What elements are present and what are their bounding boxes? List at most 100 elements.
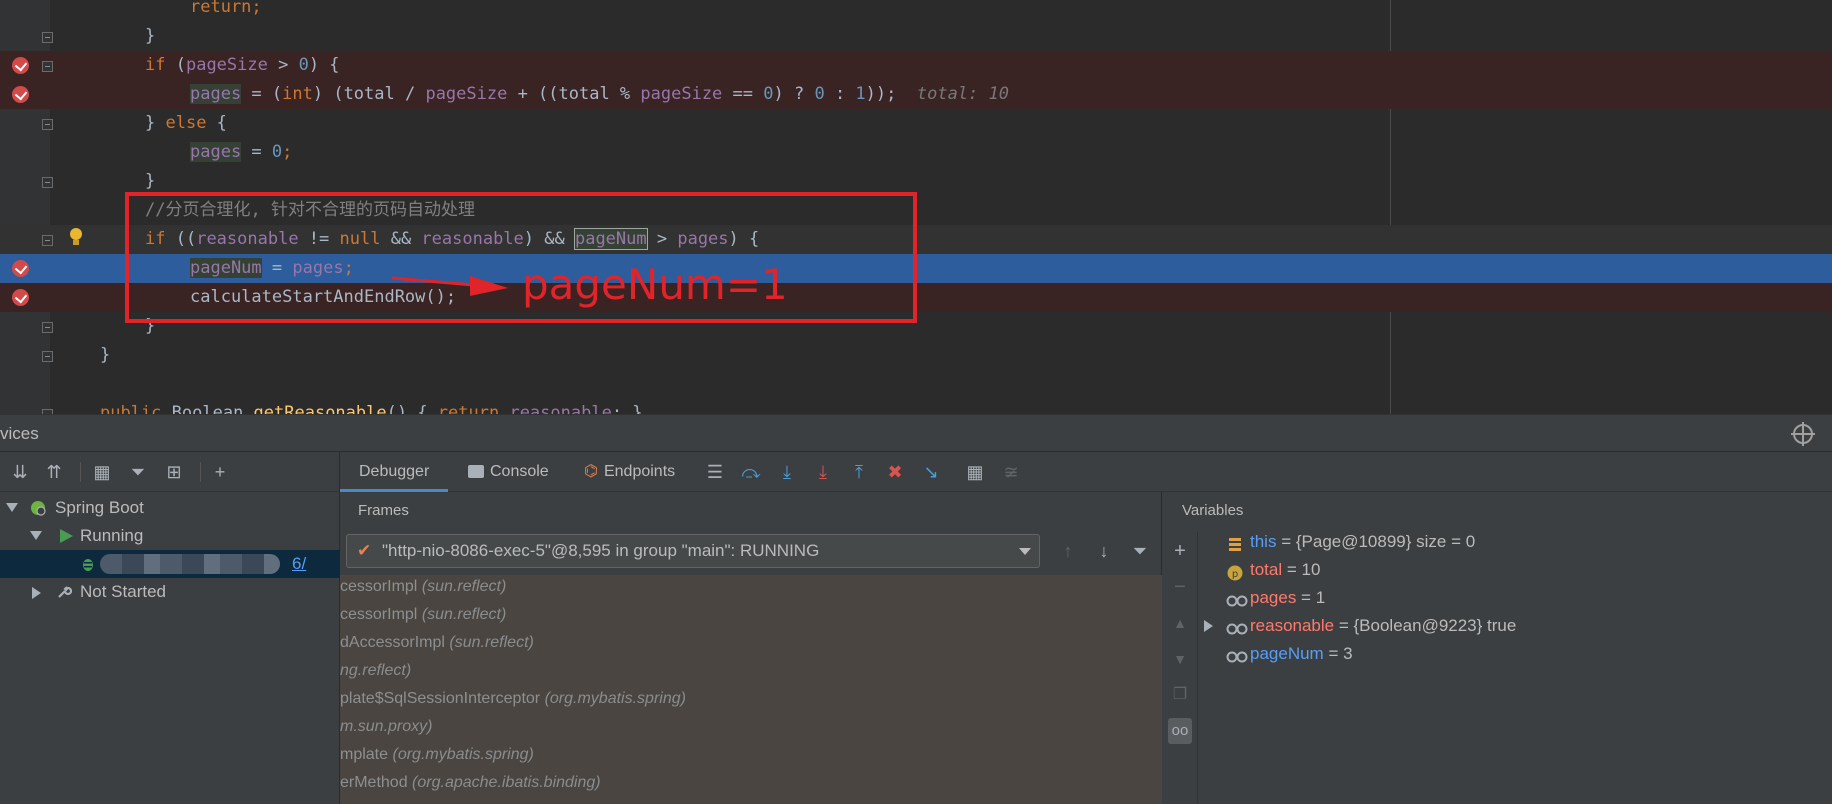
expand-arrow-icon[interactable] — [6, 503, 18, 512]
frame-method: erMethod — [340, 774, 408, 791]
trace-stream-icon[interactable]: ≆ — [1000, 461, 1022, 483]
code-line[interactable]: } — [0, 341, 1832, 370]
collapse-arrow-icon[interactable] — [32, 587, 41, 599]
code-token: total: 10 — [896, 84, 1009, 104]
redacted-app-name — [100, 554, 280, 574]
code-token: { — [206, 113, 227, 133]
layout-menu-icon[interactable]: ☰ — [704, 461, 726, 483]
filter-icon[interactable]: ⏷ — [126, 460, 150, 484]
step-into-icon[interactable]: ⤓ — [812, 461, 834, 483]
remove-watch-icon[interactable]: − — [1168, 574, 1192, 600]
variable-row[interactable]: pages = 1 — [1198, 584, 1832, 612]
tree-label: Running — [80, 526, 144, 545]
code-line[interactable] — [0, 370, 1832, 399]
breakpoint-icon[interactable] — [12, 86, 29, 103]
code-line[interactable]: } else { — [0, 109, 1832, 138]
breakpoint-icon[interactable] — [12, 260, 29, 277]
step-out-icon[interactable]: ⤒ — [848, 461, 870, 483]
expand-all-icon[interactable]: ⇊ — [8, 460, 32, 484]
tab-endpoints[interactable]: ⌬ Endpoints — [584, 452, 675, 492]
tree-node-running[interactable]: Running — [0, 522, 340, 550]
evaluate-expression-icon[interactable]: ▦ — [964, 461, 986, 483]
frame-row[interactable]: plate$SqlSessionInterceptor (org.mybatis… — [340, 685, 1162, 713]
collapse-all-icon[interactable]: ⇈ — [42, 460, 66, 484]
chevron-down-icon[interactable] — [1019, 548, 1031, 555]
frame-row[interactable]: m.sun.proxy) — [340, 713, 1162, 741]
add-icon[interactable]: + — [208, 460, 232, 484]
target-icon[interactable] — [1791, 422, 1815, 446]
fold-marker-icon[interactable] — [42, 235, 53, 246]
frame-row[interactable]: cessorImpl (sun.reflect) — [340, 575, 1162, 601]
show-execution-point-icon[interactable]: ⤼ — [740, 461, 762, 483]
code-text: pages = (int) (total / pageSize + ((tota… — [190, 80, 1009, 109]
copy-icon[interactable]: ❐ — [1168, 682, 1192, 708]
app-port-link[interactable]: 6/ — [292, 550, 306, 578]
arrow-up-icon[interactable]: ↑ — [1056, 538, 1080, 564]
variable-row[interactable]: pageNum = 3 — [1198, 640, 1832, 668]
breakpoint-icon[interactable] — [12, 57, 29, 74]
move-down-icon[interactable]: ▼ — [1168, 646, 1192, 672]
expand-arrow-icon[interactable] — [1204, 620, 1213, 632]
add-watch-icon[interactable]: + — [1168, 538, 1192, 564]
group-by-icon[interactable]: ▦ — [90, 460, 114, 484]
frame-row[interactable]: cessorImpl (sun.reflect) — [340, 601, 1162, 629]
code-token: ; } — [611, 403, 643, 414]
drop-frame-icon[interactable]: ✖ — [884, 461, 906, 483]
fold-marker-icon[interactable] — [42, 119, 53, 130]
code-line[interactable]: if (pageSize > 0) { — [0, 51, 1832, 80]
tab-label: Debugger — [359, 463, 430, 480]
variable-row[interactable]: reasonable = {Boolean@9223} true — [1198, 612, 1832, 640]
tab-debugger[interactable]: Debugger — [340, 452, 449, 492]
expand-arrow-icon[interactable] — [30, 531, 42, 540]
code-token: reasonable — [509, 403, 612, 414]
variable-row[interactable]: this = {Page@10899} size = 0 — [1198, 528, 1832, 556]
fold-marker-icon[interactable] — [42, 177, 53, 188]
fold-marker-icon[interactable] — [42, 322, 53, 333]
frame-row[interactable]: mplate (org.mybatis.spring) — [340, 741, 1162, 769]
new-service-icon[interactable]: ⊞ — [162, 460, 186, 484]
frame-list[interactable]: cessorImpl (sun.reflect) cessorImpl (sun.… — [340, 575, 1162, 804]
field-list-icon — [1226, 534, 1244, 551]
breakpoint-icon[interactable] — [12, 289, 29, 306]
thread-selector[interactable]: ✔ "http-nio-8086-exec-5"@8,595 in group … — [346, 534, 1040, 568]
fold-marker-icon[interactable] — [42, 32, 53, 43]
frame-class: (org.apache.ibatis.binding) — [412, 774, 601, 791]
tree-node-not-started[interactable]: Not Started — [0, 578, 340, 606]
lightbulb-icon[interactable] — [68, 227, 84, 249]
tree-node-app[interactable]: 6/ — [0, 550, 340, 578]
filter-icon[interactable]: ⏷ — [1128, 538, 1152, 564]
variable-name: reasonable — [1250, 616, 1335, 635]
services-tree-panel[interactable]: ⇊ ⇈ ▦ ⏷ ⊞ + Spring Boot Running 6/ Not S… — [0, 452, 340, 804]
fold-marker-icon[interactable] — [42, 351, 53, 362]
variables-panel[interactable]: Variables + − ▲ ▼ ❐ oo this = {Page@1089… — [1162, 492, 1832, 804]
code-token: 0 — [763, 84, 774, 104]
code-token: return — [437, 403, 510, 414]
frame-method: dAccessorImpl — [340, 634, 445, 651]
fold-marker-icon[interactable] — [42, 61, 53, 72]
code-line[interactable]: return; — [0, 0, 1832, 22]
move-up-icon[interactable]: ▲ — [1168, 610, 1192, 636]
variable-row[interactable]: p total = 10 — [1198, 556, 1832, 584]
run-to-cursor-icon[interactable]: ↘ — [920, 461, 942, 483]
frames-panel[interactable]: Frames ✔ "http-nio-8086-exec-5"@8,595 in… — [340, 492, 1162, 804]
watches-glasses-icon[interactable]: oo — [1168, 718, 1192, 744]
code-line[interactable]: pages = 0; — [0, 138, 1832, 167]
code-line[interactable]: public Boolean getReasonable() { return … — [0, 399, 1832, 414]
code-token: pageSize — [425, 84, 508, 104]
code-token: } — [145, 113, 166, 133]
debugger-panel[interactable]: Debugger Console ⌬ Endpoints ☰ ⤼ ⤓ ⤓ ⤒ ✖ … — [340, 452, 1832, 804]
frame-row[interactable]: erMethod (org.apache.ibatis.binding) — [340, 769, 1162, 797]
frame-row[interactable]: dAccessorImpl (sun.reflect) — [340, 629, 1162, 657]
frame-row[interactable]: ng.reflect) — [340, 657, 1162, 685]
code-line[interactable]: pages = (int) (total / pageSize + ((tota… — [0, 80, 1832, 109]
code-editor[interactable]: return;} if (pageSize > 0) {pages = (int)… — [0, 0, 1832, 414]
arrow-down-icon[interactable]: ↓ — [1092, 538, 1116, 564]
frame-method: mplate — [340, 746, 389, 763]
step-over-icon[interactable]: ⤓ — [776, 461, 798, 483]
code-token: 1 — [855, 84, 866, 104]
code-line[interactable]: } — [0, 22, 1832, 51]
tab-console[interactable]: Console — [468, 452, 549, 492]
tree-node-spring-boot[interactable]: Spring Boot — [0, 494, 340, 522]
watch-glasses-icon — [1226, 618, 1248, 635]
frame-method: cessorImpl — [340, 578, 418, 595]
